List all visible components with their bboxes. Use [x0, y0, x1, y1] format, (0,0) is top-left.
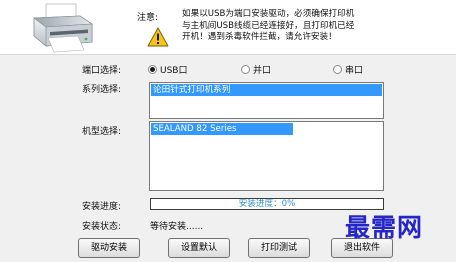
set-default-button[interactable]: 设置默认: [168, 238, 230, 258]
printer-icon: [33, 3, 93, 53]
radio-serial-label: 串口: [345, 66, 364, 76]
warning-icon: [147, 27, 169, 47]
status-label: 安装状态:: [82, 222, 122, 232]
watermark-text: 最需网: [345, 213, 424, 242]
port-label: 端口选择:: [82, 66, 122, 76]
notice-text: 如果以USB为端口安装驱动，必须确保打印机 与主机间USB线缆已经连接好，且打印…: [182, 9, 355, 42]
progress-label: 安装进度:: [82, 202, 122, 212]
model-selected-item[interactable]: SEALAND 82 Series: [151, 123, 293, 135]
radio-serial[interactable]: 串口: [333, 63, 363, 76]
radio-usb[interactable]: USB口: [148, 63, 187, 76]
model-label: 机型选择:: [82, 127, 122, 137]
series-listbox[interactable]: 论田针式打印机系列: [149, 82, 384, 119]
radio-dot: [333, 65, 342, 74]
install-driver-button[interactable]: 驱动安装: [78, 238, 140, 258]
status-value: 等待安装......: [150, 222, 204, 232]
series-label: 系列选择:: [82, 85, 122, 95]
radio-parallel[interactable]: 并口: [241, 63, 271, 76]
radio-parallel-label: 并口: [253, 66, 272, 76]
notice-label: 注意:: [137, 13, 159, 23]
radio-usb-label: USB口: [160, 66, 188, 76]
series-selected-item[interactable]: 论田针式打印机系列: [151, 84, 382, 96]
radio-dot: [148, 65, 157, 74]
model-listbox[interactable]: SEALAND 82 Series: [149, 121, 384, 191]
divider: [0, 54, 456, 55]
radio-dot: [241, 65, 250, 74]
test-print-button[interactable]: 打印测试: [248, 238, 310, 258]
driver-install-dialog: 注意: 如果以USB为端口安装驱动，必须确保打印机 与主机间USB线缆已经连接好…: [0, 0, 456, 262]
